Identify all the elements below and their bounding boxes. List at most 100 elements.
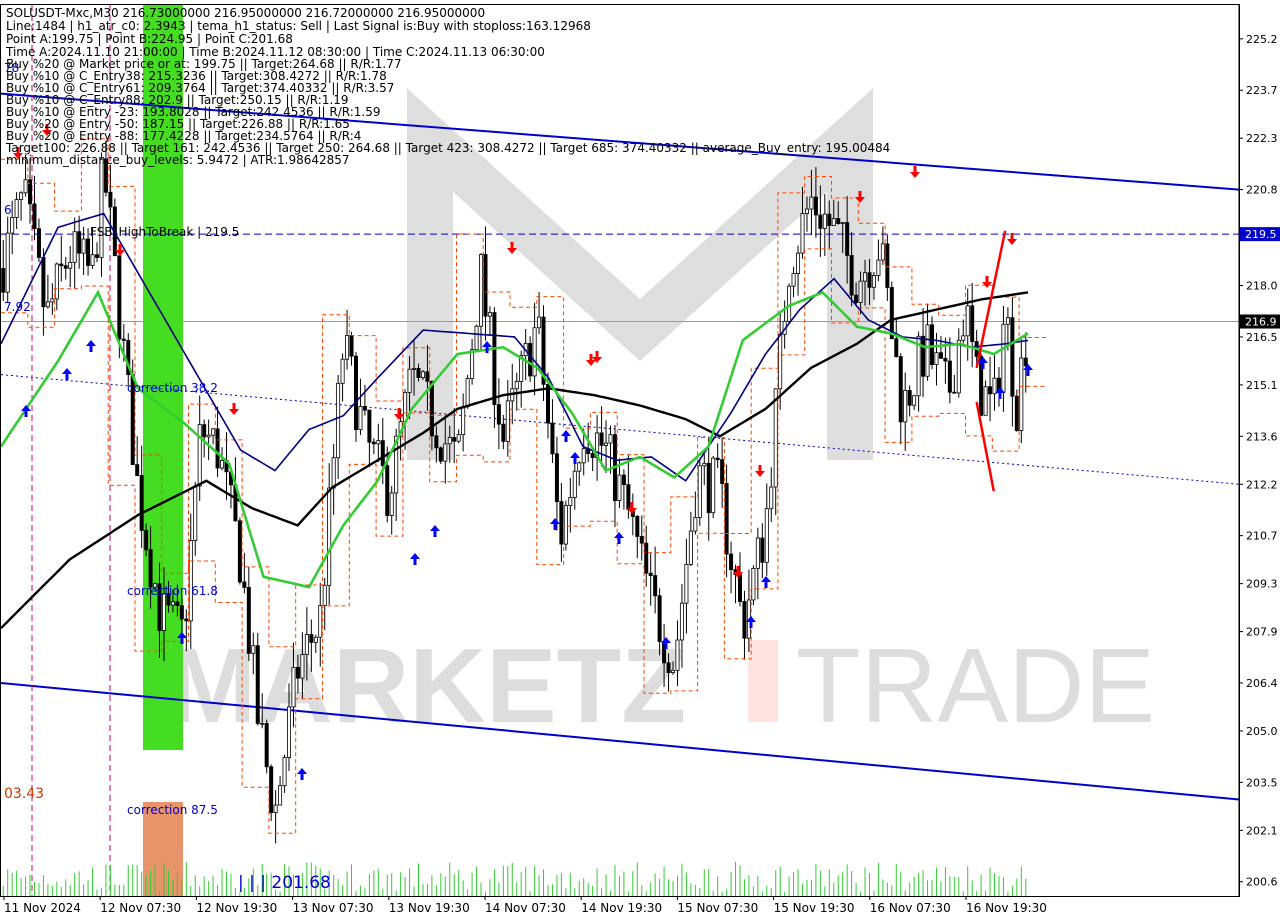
candle-body [353,355,358,431]
price-tick-label: 209.3 [1246,578,1278,591]
candle-body [407,368,412,393]
candle-body [755,537,760,569]
candle-body [921,335,926,377]
candle-body [260,722,265,725]
candle-body [376,440,381,445]
candle-body [438,447,443,462]
candle-body [188,540,193,622]
candle-body [99,158,104,258]
candle-body [425,371,430,382]
time-tick-label: 15 Nov 07:30 [677,901,758,915]
candle-body [68,261,73,269]
candle-body [961,335,966,341]
candle-body [434,435,439,449]
candle-body [711,457,716,514]
candle-body [90,254,95,266]
candle-body [697,465,702,518]
candle-body [684,563,689,604]
candle-body [715,457,720,461]
candle-body [331,457,336,489]
candle-body [139,475,144,531]
candle-body [938,352,943,359]
candle-body [380,440,385,466]
candle-body [144,530,149,551]
candle-body [858,280,863,303]
candle-body [863,272,868,282]
candle-body [282,757,287,787]
candle-body [639,536,644,544]
candle-body [675,639,680,671]
candle-body [577,462,582,472]
candle-body [443,443,448,462]
candle-body [568,497,573,506]
price-tick-label: 220.8 [1246,184,1278,197]
candle-body [54,263,59,300]
fsb-price-tag: 219.5 [1240,227,1280,242]
candle-body [385,465,390,516]
candle-body [5,232,10,293]
candle-body [362,406,367,411]
candle-body [742,601,747,639]
candle-body [554,453,559,502]
candle-body [800,213,805,254]
candle-body [626,484,631,510]
candle-body [724,483,729,555]
candle-body [898,356,903,423]
candle-body [804,208,809,214]
candle-body [836,218,841,224]
candle-body [706,462,711,514]
candle-body [876,259,881,276]
price-tick-label: 203.5 [1246,776,1278,789]
time-tick-label: 13 Nov 07:30 [293,901,374,915]
candle-body [657,595,662,642]
candle-body [822,213,827,229]
candle-body [671,669,676,674]
price-tick-label: 212.2 [1246,478,1278,491]
candle-body [809,196,814,210]
candle-body [32,203,37,230]
candle-body [943,357,948,362]
candle-body [956,339,961,394]
candle-body [345,334,350,360]
price-chart[interactable]: MARKETZ TRADE SOLUSDT-Mxc,M30 216.730000… [0,0,1280,920]
point-c-label: | | | 201.68 [238,873,331,893]
candle-body [907,390,912,406]
candle-body [389,492,394,516]
candle-body [41,257,46,308]
candle-body [925,324,930,377]
candle-body [447,437,452,445]
price-tick-label: 202.1 [1246,824,1278,837]
current-price-tag-label: 216.9 [1245,316,1277,329]
candle-body [452,437,457,442]
candle-body [336,382,341,459]
candle-body [318,605,323,638]
candle-body [813,196,818,216]
time-tick-label: 11 Nov 2024 [4,901,81,915]
candle-body [121,338,126,341]
candle-body [291,666,296,708]
candle-body [773,388,778,488]
candle-body [644,542,649,574]
candle-body [688,530,693,565]
candle-body [483,254,488,317]
current-price-tag: 216.9 [1240,314,1280,329]
candle-body [514,381,519,390]
candle-body [108,191,113,208]
candle-body [988,386,993,395]
candle-body [965,305,970,337]
left-clip-label-2: 78 [4,61,19,75]
candle-body [581,448,586,464]
candle-body [621,474,626,486]
candle-body [170,601,175,606]
candle-body [791,273,796,287]
candle-body [287,706,292,758]
candle-body [36,228,41,258]
candle-body [251,645,256,654]
price-tick-label: 205.0 [1246,725,1278,738]
candle-body [854,294,859,303]
candle-body [648,572,653,576]
price-tick-label: 218.0 [1246,280,1278,293]
candle-body [796,252,801,274]
info-line-status: Line:1484 | h1_atr_c0: 2.3943 | tema_h1_… [6,19,591,33]
candle-body [845,222,850,256]
